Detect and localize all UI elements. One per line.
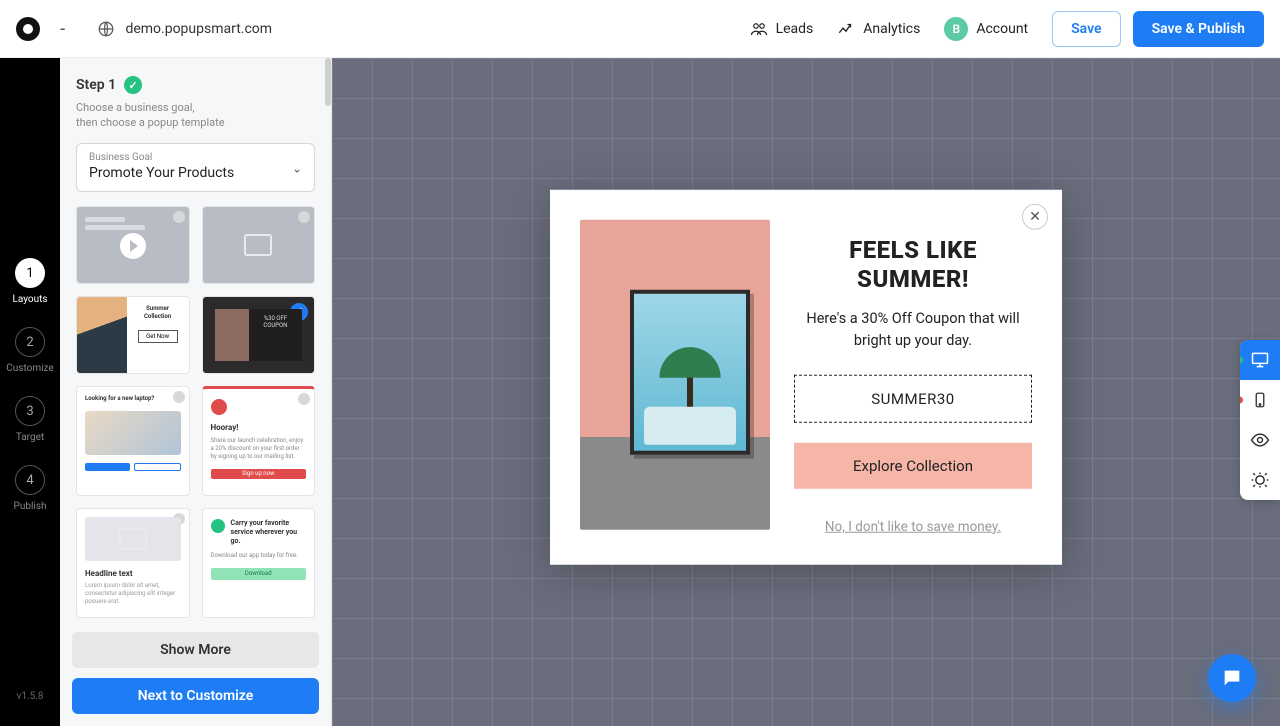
step-number: 1 <box>15 258 45 288</box>
check-icon: ✓ <box>124 76 142 94</box>
account-label: Account <box>976 21 1028 37</box>
template-btn: Download <box>211 568 307 580</box>
business-goal-select[interactable]: Business Goal Promote Your Products ⌄ <box>76 143 315 192</box>
mobile-view-button[interactable] <box>1240 380 1280 420</box>
template-card[interactable]: Hooray! Share our launch celebration, en… <box>202 386 316 496</box>
step-label: Target <box>16 432 44 443</box>
template-body: Share our launch celebration, enjoy a 20… <box>211 437 307 460</box>
template-heading: Carry your favorite service wherever you… <box>231 519 307 546</box>
bug-icon <box>1250 470 1270 490</box>
template-sub: Download our app today for free. <box>211 552 307 560</box>
chat-fab[interactable] <box>1208 654 1256 702</box>
field-value: Promote Your Products <box>89 165 302 181</box>
step-number: 2 <box>15 327 45 357</box>
template-btn: Sign up now <box>211 469 307 479</box>
template-body: Lorem ipsum dolor sit amet, consectetur … <box>85 582 181 605</box>
save-button[interactable]: Save <box>1052 11 1120 47</box>
leads-link[interactable]: Leads <box>750 20 814 38</box>
desktop-icon <box>1250 350 1270 370</box>
template-title: Summer Collection <box>133 305 183 321</box>
template-btn: Get Now <box>138 330 178 343</box>
step-label: Publish <box>14 501 47 512</box>
editor-canvas[interactable]: ✕ FEELS LIKE SUMMER! Here's a 30% Off Co… <box>332 58 1280 726</box>
chevron-down-icon: ⌄ <box>292 162 302 176</box>
version-label: v1.5.8 <box>17 691 44 702</box>
template-caption: %30 OFF COUPON <box>255 315 296 329</box>
device-toolbar <box>1240 340 1280 500</box>
step-number: 3 <box>15 396 45 426</box>
step-layouts[interactable]: 1 Layouts <box>12 258 47 305</box>
layout-panel: Step 1 ✓ Choose a business goal, then ch… <box>60 58 332 726</box>
chat-icon <box>1221 667 1243 689</box>
globe-icon <box>97 20 115 38</box>
field-label: Business Goal <box>89 152 302 163</box>
panel-hint: Choose a business goal, then choose a po… <box>76 100 315 131</box>
popup-image <box>580 220 770 530</box>
close-icon <box>298 211 310 223</box>
hint-line: then choose a popup template <box>76 115 315 130</box>
popup-preview: ✕ FEELS LIKE SUMMER! Here's a 30% Off Co… <box>550 190 1062 565</box>
template-heading: Headline text <box>85 569 181 579</box>
leads-icon <box>750 20 768 38</box>
popup-subtitle: Here's a 30% Off Coupon that will bright… <box>803 307 1023 352</box>
step-label: Customize <box>6 363 53 374</box>
avatar: B <box>944 17 968 41</box>
template-card[interactable] <box>76 206 190 284</box>
step-number: 4 <box>15 465 45 495</box>
close-icon: ✕ <box>1029 209 1041 225</box>
template-card[interactable]: Carry your favorite service wherever you… <box>202 508 316 618</box>
close-icon <box>173 211 185 223</box>
coupon-code[interactable]: SUMMER30 <box>794 374 1032 422</box>
popup-close-button[interactable]: ✕ <box>1022 204 1048 230</box>
desktop-view-button[interactable] <box>1240 340 1280 380</box>
scrollbar[interactable] <box>325 58 331 106</box>
eye-icon <box>1250 430 1270 450</box>
analytics-icon <box>837 20 855 38</box>
step-rail: 1 Layouts 2 Customize 3 Target 4 Publish… <box>0 58 60 726</box>
preview-button[interactable] <box>1240 420 1280 460</box>
step-target[interactable]: 3 Target <box>15 396 45 443</box>
image-icon <box>244 234 272 256</box>
close-icon <box>173 391 185 403</box>
image-icon <box>119 528 147 550</box>
campaign-name[interactable]: - <box>60 19 65 38</box>
popup-decline-link[interactable]: No, I don't like to save money. <box>825 518 1001 534</box>
template-grid: Summer Collection Get Now ✓ %30 OFF COUP… <box>76 206 315 618</box>
template-card[interactable]: Looking for a new laptop? <box>76 386 190 496</box>
brand-dot-icon <box>211 519 225 533</box>
brand-dot-icon <box>211 399 227 415</box>
topbar: - demo.popupsmart.com Leads Analytics B … <box>0 0 1280 58</box>
analytics-label: Analytics <box>863 21 920 37</box>
step-publish[interactable]: 4 Publish <box>14 465 47 512</box>
template-heading: Looking for a new laptop? <box>85 395 181 403</box>
popup-title: FEELS LIKE SUMMER! <box>849 236 977 294</box>
save-publish-button[interactable]: Save & Publish <box>1133 11 1264 47</box>
step-label: Layouts <box>12 294 47 305</box>
template-card[interactable]: Headline text Lorem ipsum dolor sit amet… <box>76 508 190 618</box>
show-more-button[interactable]: Show More <box>72 632 319 668</box>
status-dot-icon <box>1240 397 1243 404</box>
template-heading: Hooray! <box>211 423 307 433</box>
popup-cta-button[interactable]: Explore Collection <box>794 442 1032 488</box>
leads-label: Leads <box>776 21 814 37</box>
play-icon <box>120 233 146 259</box>
popup-title-line: FEELS LIKE <box>849 236 977 265</box>
close-icon <box>298 393 310 405</box>
status-dot-icon <box>1240 357 1243 364</box>
step-customize[interactable]: 2 Customize <box>6 327 53 374</box>
analytics-link[interactable]: Analytics <box>837 20 920 38</box>
account-menu[interactable]: B Account <box>944 17 1028 41</box>
app-logo[interactable] <box>16 17 40 41</box>
next-button[interactable]: Next to Customize <box>72 678 319 714</box>
hint-line: Choose a business goal, <box>76 100 315 115</box>
domain-label[interactable]: demo.popupsmart.com <box>125 21 272 37</box>
mobile-icon <box>1251 391 1269 409</box>
panel-step-title: Step 1 <box>76 77 116 93</box>
template-card[interactable] <box>202 206 316 284</box>
template-card-selected[interactable]: ✓ %30 OFF COUPON <box>202 296 316 374</box>
debug-button[interactable] <box>1240 460 1280 500</box>
panel-step-head: Step 1 ✓ <box>76 76 315 94</box>
popup-title-line: SUMMER! <box>849 265 977 294</box>
template-card[interactable]: Summer Collection Get Now <box>76 296 190 374</box>
